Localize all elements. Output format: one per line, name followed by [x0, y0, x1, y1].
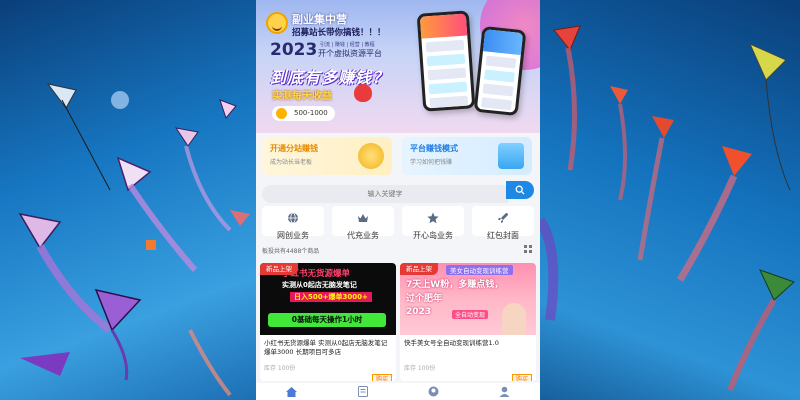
product-stock: 库存 100份 [404, 365, 436, 372]
income-pill: 500-1000 [272, 106, 335, 121]
product-thumbnail: 新品上架 小红书无货源爆单 实测从0起店无脑发笔记 日入500+爆单3000+ … [260, 263, 396, 335]
category-label: 红包封面 [487, 231, 519, 240]
banner-recruit-text: 招募站长带你搞钱！！！ [292, 28, 386, 38]
promo-banner[interactable]: 副业集中营 招募站长带你搞钱！！！ 2023 引流 | 赚钱 | 经营 | 教程… [256, 0, 540, 133]
product-count-header: 板投共有4488个商品 [262, 245, 534, 255]
crown-icon [358, 214, 368, 222]
thumbnail-text: 0基础每天操作1小时 [268, 313, 386, 327]
service-icon [428, 386, 439, 397]
banner-year: 2023 [270, 40, 318, 60]
phone-mockup-icon [473, 25, 527, 117]
user-icon [499, 386, 510, 397]
banner-brand: 副业集中营 [292, 13, 347, 26]
nav-user[interactable] [498, 386, 512, 398]
banner-sub-headline: 实测每天收益 [272, 91, 332, 102]
new-badge: 新品上架 [260, 263, 298, 275]
banner-headline: 到底有多赚钱？ [270, 68, 390, 87]
nav-list[interactable] [356, 386, 370, 398]
app-screen: 副业集中营 招募站长带你搞钱！！！ 2023 引流 | 赚钱 | 经营 | 教程… [256, 0, 540, 400]
thumbnail-text: 全自动变现 [452, 310, 489, 319]
banner-year-subtitle: 开个虚拟资源平台 [318, 49, 382, 58]
new-badge: 新品上架 [400, 263, 438, 275]
nav-service[interactable] [427, 386, 441, 398]
search-bar [262, 181, 534, 203]
thumbnail-text: 7天上W粉，多赚点钱， [406, 280, 504, 290]
globe-icon [288, 212, 298, 224]
background-right [540, 0, 800, 400]
category-label: 代充业务 [347, 231, 379, 240]
coin-icon [358, 143, 384, 169]
thumbnail-text: 美女自动变现训练营 [446, 265, 513, 275]
search-input[interactable] [262, 185, 508, 203]
list-icon [357, 386, 368, 397]
product-title: 小红书无货源爆单 实测从0起店无脑发笔记 爆单3000 长期项目可多店 [264, 339, 388, 356]
grid-view-icon[interactable] [524, 245, 532, 253]
thumbnail-text: 日入500+爆单3000+ [290, 292, 372, 302]
product-stock: 库存 100份 [264, 365, 296, 372]
smiley-icon [266, 12, 288, 34]
promo-card-earning-mode[interactable]: 平台赚钱模式 学习如何把钱赚 [402, 137, 532, 175]
kites-illustration-right [540, 25, 795, 392]
shopping-bag-icon [498, 143, 524, 169]
price-row: ¥1 购买 [260, 372, 396, 381]
product-thumbnail: 新品上架 美女自动变现训练营 7天上W粉，多赚点钱， 过个肥年 2023 全自动… [400, 263, 536, 335]
income-range: 500-1000 [294, 109, 328, 117]
buy-button[interactable]: 购买 [511, 374, 532, 381]
star-icon [427, 212, 439, 224]
category-label: 网创业务 [277, 231, 309, 240]
home-icon [286, 386, 297, 397]
category-network[interactable]: 网创业务 [262, 206, 324, 240]
category-red-envelope[interactable]: 红包封面 [472, 206, 534, 240]
product-card[interactable]: 新品上架 美女自动变现训练营 7天上W粉，多赚点钱， 过个肥年 2023 全自动… [400, 263, 536, 381]
category-grid: 网创业务 代充业务 开心岛业务 红包封面 [262, 206, 534, 240]
background-left [0, 0, 256, 400]
banner-year-tags: 引流 | 赚钱 | 经营 | 教程 [320, 42, 375, 48]
product-count-text: 板投共有4488个商品 [262, 248, 320, 255]
product-card[interactable]: 新品上架 小红书无货源爆单 实测从0起店无脑发笔记 日入500+爆单3000+ … [260, 263, 396, 381]
money-bag-icon [354, 84, 372, 102]
rocket-icon [498, 213, 508, 223]
search-icon [515, 185, 525, 195]
category-happy-island[interactable]: 开心岛业务 [402, 206, 464, 240]
nav-home[interactable] [285, 386, 299, 398]
person-illustration [502, 303, 526, 335]
phone-mockup-icon [416, 10, 476, 112]
category-recharge[interactable]: 代充业务 [332, 206, 394, 240]
product-title: 快手美女号全自动变现训练营1.0 [404, 339, 499, 347]
buy-button[interactable]: 购买 [371, 374, 392, 381]
thumbnail-text: 2023 [406, 307, 432, 317]
thumbnail-text: 过个肥年 [406, 294, 443, 304]
category-label: 开心岛业务 [413, 231, 453, 240]
kites-illustration-left [18, 83, 250, 397]
bottom-nav [256, 383, 540, 400]
coin-icon [276, 108, 287, 119]
promo-card-substation[interactable]: 开通分站赚钱 成为站长当老板 [262, 137, 392, 175]
thumbnail-text: 实测从0起店无脑发笔记 [282, 281, 357, 289]
search-button[interactable] [506, 181, 534, 199]
price-row: ¥1 购买 [400, 372, 536, 381]
